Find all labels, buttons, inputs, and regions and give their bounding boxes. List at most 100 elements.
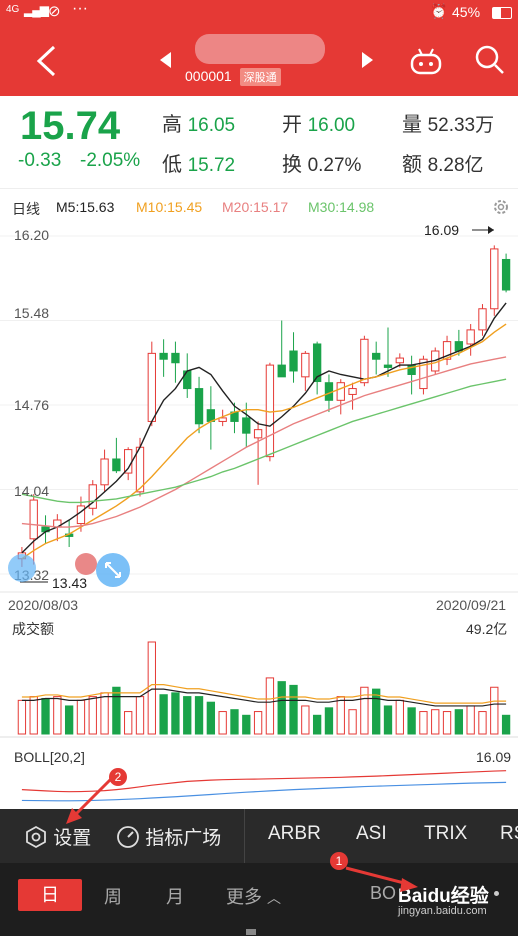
amount-label: 额: [402, 154, 422, 176]
volume-bar: [88, 696, 97, 735]
candle-body: [372, 352, 381, 360]
volume-bar: [230, 709, 239, 735]
candle-body: [289, 350, 298, 372]
volume-bar: [419, 711, 428, 735]
volume-bar: [407, 707, 416, 735]
robot-icon[interactable]: [409, 46, 443, 76]
volume-bar: [466, 705, 475, 735]
candle-body: [360, 338, 369, 384]
high-value: 16.05: [187, 115, 236, 136]
ma20-label: M20:15.17: [222, 199, 289, 215]
stock-name-blurred: [195, 34, 325, 64]
volume-bar: [218, 711, 227, 735]
volume-bar: [135, 696, 145, 735]
open-label: 开: [282, 114, 302, 136]
volume-bar: [124, 711, 133, 735]
candle-body: [348, 388, 357, 395]
candle-body: [501, 258, 511, 291]
volume-bar: [312, 714, 322, 735]
triangle-right-icon[interactable]: [362, 52, 374, 68]
candle-body: [76, 505, 86, 525]
candle-body: [147, 352, 156, 422]
volume-bar: [431, 709, 440, 735]
high-label: 高: [162, 114, 182, 136]
candle-body: [124, 449, 133, 474]
baidu-watermark-url: jingyan.baidu.com: [398, 905, 487, 917]
stock-code-row: 000001 深股通: [185, 68, 281, 86]
candle-body: [301, 352, 310, 378]
more-icon[interactable]: [75, 553, 97, 575]
volume-bar: [478, 711, 487, 735]
alarm-icon: ⏰: [430, 3, 448, 19]
volume-bar: [242, 714, 251, 735]
annotation-arrow-1: [345, 866, 409, 886]
volume-bar: [442, 711, 452, 735]
low-row: 低 15.72: [162, 148, 235, 177]
volume-bar: [100, 692, 109, 735]
annotation-badge-1: 1: [330, 852, 348, 870]
signal-icon: ▂▄▆: [24, 3, 49, 17]
low-label: 低: [162, 154, 182, 176]
volume-bar: [29, 696, 38, 735]
y-tick-1: 15.48: [14, 305, 49, 321]
volume-bar: [360, 686, 369, 735]
turnover-row: 换 0.27%: [282, 148, 361, 177]
candle-body: [383, 364, 393, 368]
kline-chart[interactable]: 16.20 15.48 14.76 14.04 13.32 16.09 13.4…: [0, 218, 518, 616]
candle-body: [277, 364, 286, 378]
volume-bar: [395, 699, 404, 735]
max-price-label: 16.09: [424, 222, 459, 238]
gear-icon[interactable]: [490, 197, 512, 217]
exchange-tag: 深股通: [239, 68, 281, 86]
ma30-label: M30:14.98: [308, 199, 375, 215]
volume-bar: [324, 707, 334, 735]
triangle-left-icon[interactable]: [160, 52, 172, 68]
volume-bar: [112, 686, 121, 735]
y-tick-0: 16.20: [14, 227, 49, 243]
volume-label: 量: [402, 114, 422, 136]
candle-body: [253, 429, 263, 439]
ma-line-m5: [21, 302, 507, 554]
battery-level: 45%: [452, 4, 481, 20]
amount-row: 额 8.28亿: [402, 148, 484, 177]
volume-row: 量 52.33万: [402, 108, 494, 137]
volume-bar: [383, 705, 393, 735]
volume-title: 成交额: [12, 621, 54, 637]
chevron-left-icon[interactable]: [34, 44, 58, 78]
volume-max: 49.2亿: [466, 621, 507, 637]
home-indicator: [246, 929, 256, 935]
period-label: 日线: [12, 201, 40, 217]
volume-bar: [277, 681, 286, 735]
volume-bar: [159, 694, 168, 735]
left-float-icon[interactable]: [8, 554, 36, 582]
volume-value: 52.33万: [427, 115, 495, 136]
candle-body: [336, 382, 345, 401]
search-icon[interactable]: [474, 44, 506, 76]
volume-bar: [336, 696, 345, 735]
low-value: 15.72: [187, 155, 236, 176]
no-disturb-icon: ⊘: [48, 3, 61, 20]
volume-bar: [289, 684, 298, 735]
candle-body: [171, 352, 180, 364]
network-indicator: 4G: [6, 4, 20, 15]
volume-bar: [17, 699, 27, 735]
ma-line-m30: [21, 378, 507, 504]
volume-bar: [183, 696, 192, 735]
candle-body: [100, 458, 109, 486]
annotation-arrow-1-head: [400, 878, 418, 892]
volume-bar: [194, 696, 204, 735]
candle-body: [242, 417, 251, 434]
candle-body: [29, 499, 38, 540]
volume-bar: [64, 705, 74, 735]
turnover-label: 换: [282, 154, 302, 176]
amount-value: 8.28亿: [427, 155, 484, 176]
volume-bar: [501, 714, 511, 735]
nav-bar: 000001 深股通: [0, 26, 518, 96]
max-arrow-head: [488, 226, 494, 234]
volume-chart[interactable]: 成交额 49.2亿: [0, 616, 518, 738]
ma10-label: M10:15.45: [136, 199, 203, 215]
candle-body: [490, 248, 499, 310]
candle-body: [159, 352, 168, 360]
min-price-label: 13.43: [52, 575, 87, 591]
annotation-overlay: [66, 776, 418, 892]
